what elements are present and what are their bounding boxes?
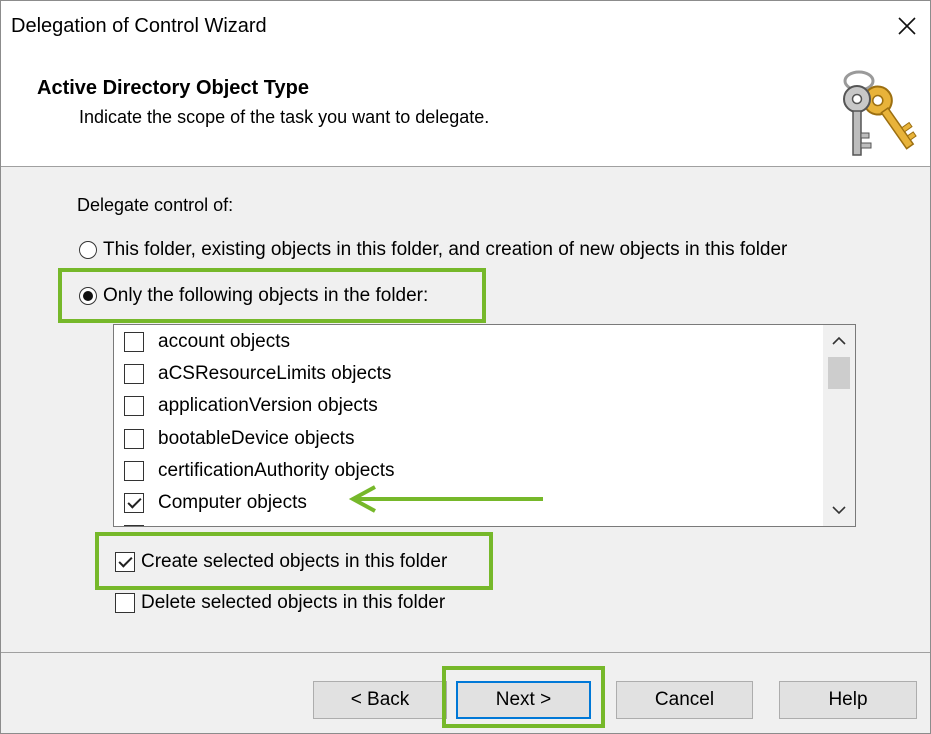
list-item-label: account objects — [158, 331, 291, 352]
wizard-window: Delegation of Control Wizard Active Dire… — [0, 0, 931, 734]
list-item[interactable]: Computer objects — [124, 487, 307, 519]
list-item[interactable]: aCSResourceLimits objects — [124, 358, 391, 390]
scroll-up-button[interactable] — [823, 327, 855, 355]
close-button[interactable] — [890, 9, 924, 43]
object-checkbox-checked[interactable] — [124, 493, 144, 513]
wizard-header: Active Directory Object Type Indicate th… — [1, 53, 930, 167]
keys-icon — [843, 70, 917, 156]
object-checkbox[interactable] — [124, 461, 144, 481]
scroll-down-button[interactable] — [823, 496, 855, 524]
list-item[interactable]: bootableDevice objects — [124, 423, 354, 455]
delete-objects-option[interactable]: Delete selected objects in this folder — [115, 592, 445, 614]
next-button[interactable]: Next > — [456, 681, 591, 719]
radio-this-folder-label: This folder, existing objects in this fo… — [103, 239, 788, 260]
close-icon — [898, 17, 916, 35]
footer-divider — [1, 652, 930, 653]
list-item[interactable]: applicationVersion objects — [124, 390, 378, 422]
create-objects-label: Create selected objects in this folder — [141, 551, 448, 572]
page-title: Active Directory Object Type — [37, 77, 309, 99]
list-item-label: aCSResourceLimits objects — [158, 363, 392, 384]
window-title: Delegation of Control Wizard — [11, 15, 267, 37]
list-item-label: Computer objects — [158, 492, 307, 513]
chevron-down-icon — [832, 506, 846, 515]
list-scrollbar[interactable] — [823, 325, 855, 526]
back-button[interactable]: < Back — [313, 681, 447, 719]
pointer-arrow-icon — [348, 485, 543, 513]
object-checkbox[interactable] — [124, 332, 144, 352]
list-item-label: applicationVersion objects — [158, 395, 378, 416]
delete-objects-label: Delete selected objects in this folder — [141, 592, 446, 613]
radio-button[interactable] — [79, 241, 97, 259]
create-objects-checkbox[interactable] — [115, 552, 135, 572]
object-checkbox[interactable] — [124, 429, 144, 449]
page-subtitle: Indicate the scope of the task you want … — [79, 107, 490, 127]
list-item-partial[interactable] — [124, 519, 158, 526]
radio-this-folder[interactable]: This folder, existing objects in this fo… — [79, 239, 787, 261]
delete-objects-checkbox[interactable] — [115, 593, 135, 613]
delegate-control-label: Delegate control of: — [77, 195, 234, 215]
chevron-up-icon — [832, 336, 846, 345]
scroll-thumb[interactable] — [828, 357, 850, 389]
create-objects-option[interactable]: Create selected objects in this folder — [115, 551, 447, 573]
list-item-label: bootableDevice objects — [158, 428, 355, 449]
object-checkbox[interactable] — [124, 396, 144, 416]
radio-only-following[interactable]: Only the following objects in the folder… — [79, 285, 428, 307]
object-checkbox[interactable] — [124, 525, 144, 526]
radio-only-following-label: Only the following objects in the folder… — [103, 285, 429, 306]
list-item-label: certificationAuthority objects — [158, 460, 395, 481]
list-item[interactable]: account objects — [124, 326, 290, 358]
object-checkbox[interactable] — [124, 364, 144, 384]
radio-button-selected[interactable] — [79, 287, 97, 305]
cancel-button[interactable]: Cancel — [616, 681, 753, 719]
title-bar: Delegation of Control Wizard — [1, 1, 930, 53]
help-button[interactable]: Help — [779, 681, 917, 719]
